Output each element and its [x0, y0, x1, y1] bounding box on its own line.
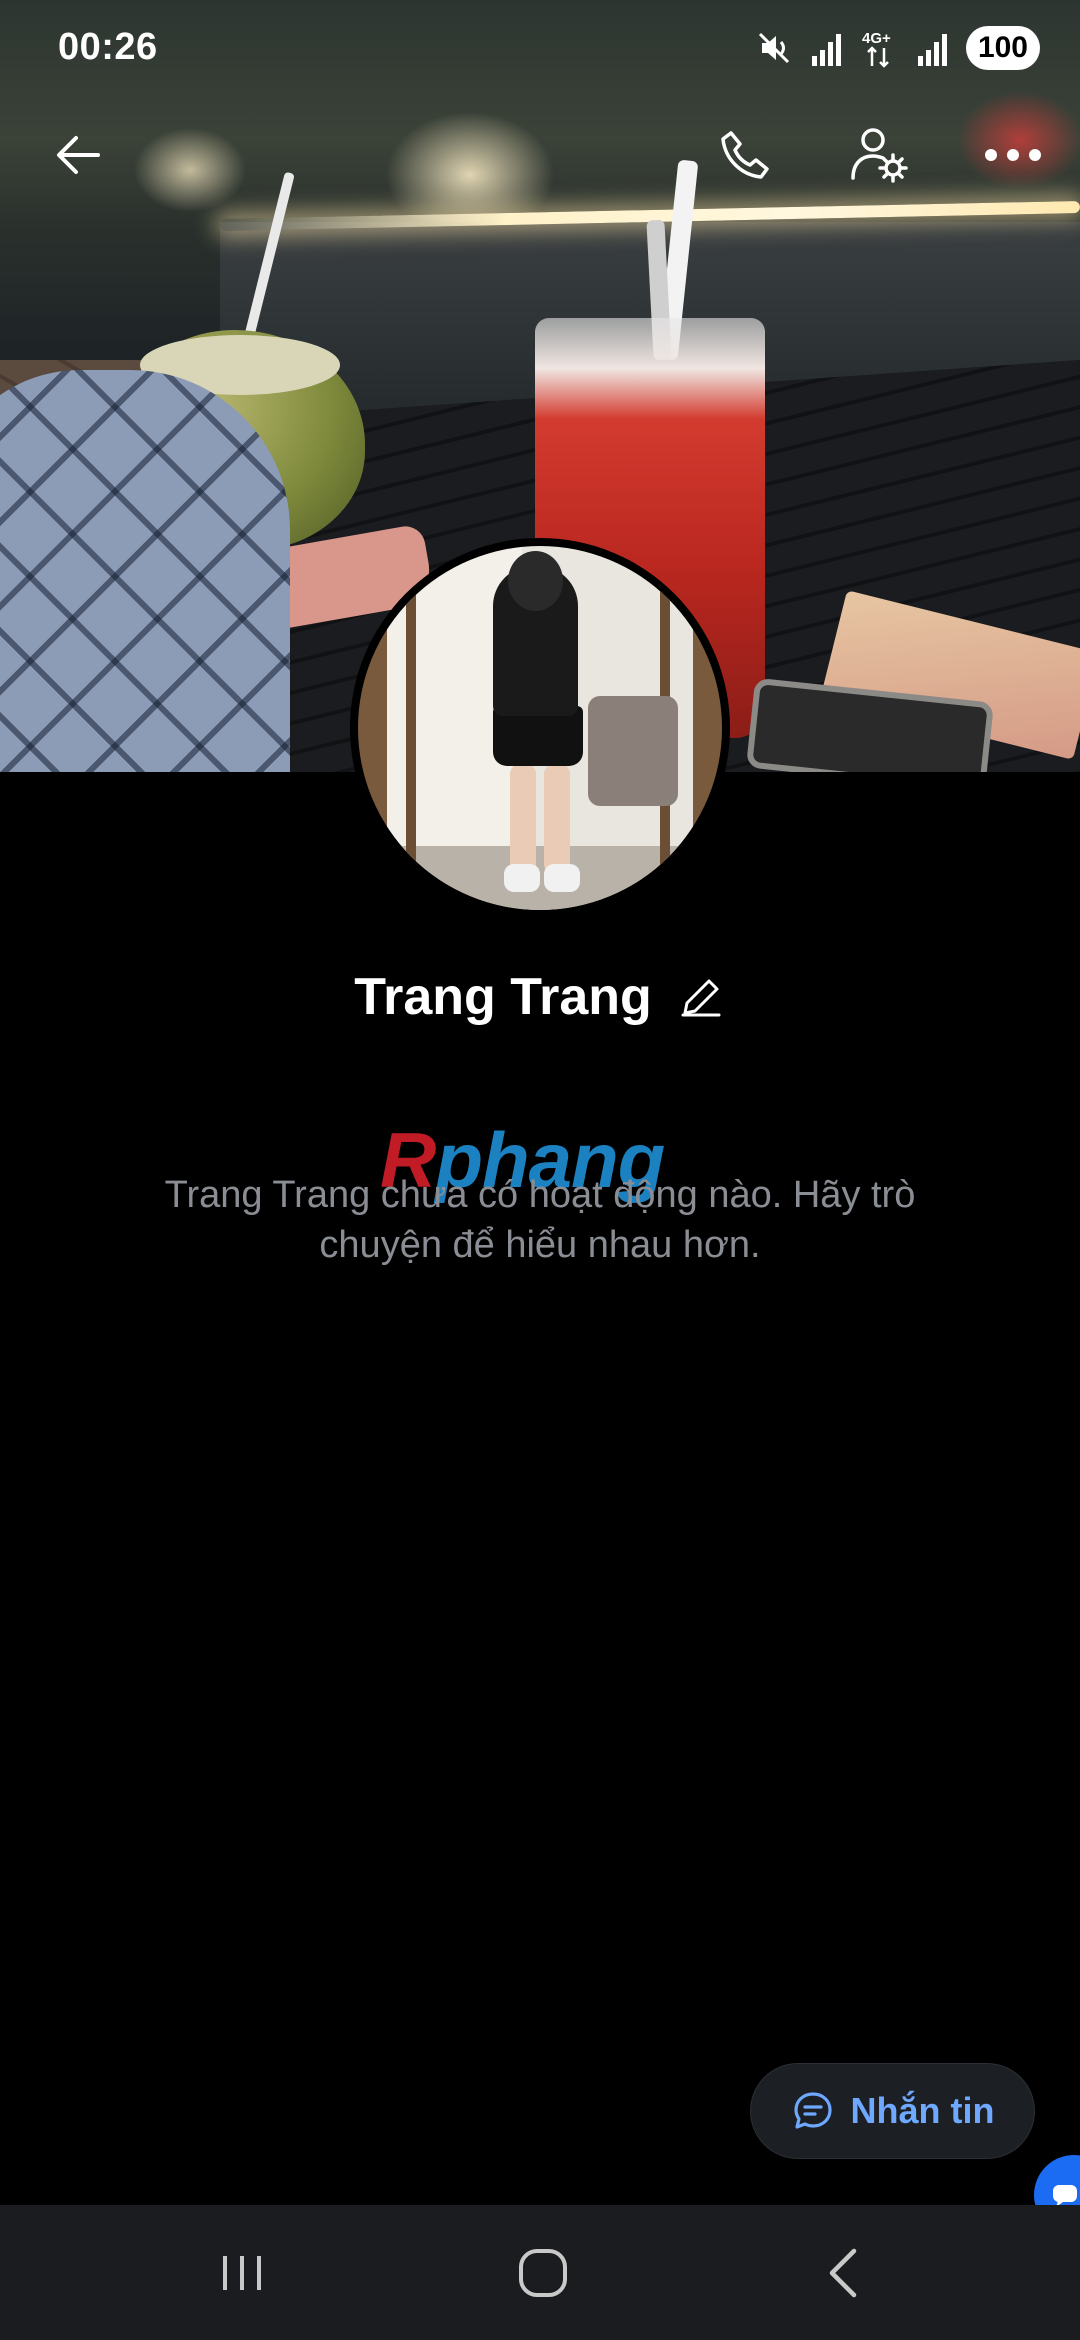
network-label: 4G+ [862, 30, 891, 47]
empty-activity-message: Trang Trang chưa có hoạt động nào. Hãy t… [164, 1174, 916, 1266]
more-button[interactable] [973, 115, 1053, 195]
avatar-leg [544, 764, 570, 874]
avatar-photo [358, 546, 722, 910]
message-button-label: Nhắn tin [850, 2090, 995, 2131]
avatar-shoe [504, 864, 540, 892]
signal-icon [916, 26, 950, 70]
avatar-sofa [588, 696, 678, 806]
user-settings-icon [851, 128, 908, 183]
status-time: 00:26 [58, 26, 158, 68]
status-bar: 00:26 4G+ 100 [0, 0, 1080, 100]
avatar[interactable] [350, 538, 730, 918]
system-back-button[interactable] [765, 2205, 925, 2340]
avatar-head [508, 551, 563, 611]
battery-indicator: 100 [965, 26, 1040, 70]
avatar-shoe [544, 864, 580, 892]
recents-button[interactable] [162, 2205, 322, 2340]
message-button[interactable]: Nhắn tin [750, 2063, 1035, 2159]
cover-sleeve [0, 370, 290, 772]
avatar-mirror-frame [406, 556, 416, 910]
call-button[interactable] [705, 115, 785, 195]
recents-icon [223, 2255, 261, 2290]
top-action-bar [0, 115, 1080, 195]
back-chevron-icon [829, 2248, 857, 2297]
network-type-icon: 4G+ [860, 26, 900, 70]
avatar-leg [510, 764, 536, 874]
home-button[interactable] [463, 2205, 623, 2340]
status-icons: 4G+ 100 [754, 26, 1040, 70]
mute-icon [754, 26, 794, 70]
chat-bubble-icon [793, 2092, 832, 2129]
back-button[interactable] [38, 115, 118, 195]
arrow-left-icon [57, 136, 100, 174]
navigation-bar [0, 2205, 1080, 2340]
profile-name: Trang Trang [354, 968, 652, 1026]
phone-icon [721, 131, 769, 179]
profile-screen: 00:26 4G+ 100 Trang Trang Rphang Trang T… [0, 0, 1080, 2340]
profile-name-row: Trang Trang [0, 962, 1080, 1032]
signal-icon [810, 26, 844, 70]
home-icon [519, 2248, 567, 2297]
more-horizontal-icon [985, 149, 1041, 161]
pencil-icon[interactable] [676, 972, 726, 1022]
profile-settings-button[interactable] [840, 115, 920, 195]
